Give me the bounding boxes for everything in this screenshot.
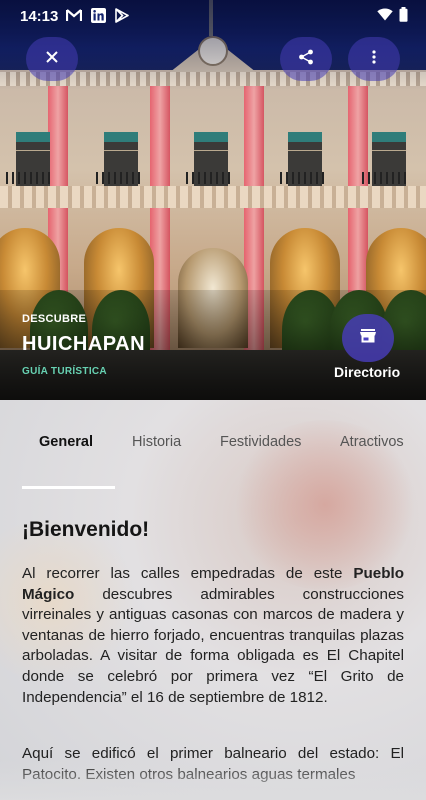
tab-bar: General Historia Festividades Atractivos [0,420,426,489]
directory-button[interactable] [342,314,394,362]
close-icon [46,50,58,68]
share-button[interactable] [280,37,332,81]
tab-general[interactable]: General [39,434,93,450]
more-vert-icon [372,49,376,69]
directory-label[interactable]: Directorio [334,364,400,380]
section-heading: ¡Bienvenido! [22,518,150,541]
tab-festividades[interactable]: Festividades [220,434,301,450]
tab-historia[interactable]: Historia [132,434,181,450]
status-bar: 14:13 [0,0,426,32]
gmail-icon [66,7,82,23]
battery-icon [399,7,408,27]
page-title: HUICHAPAN [22,333,146,355]
linkedin-icon [90,7,106,23]
intro-text-continued: descubres admirables construcciones virr… [22,585,404,706]
intro-paragraph: Al recorrer las calles empedradas de est… [22,564,404,708]
bottom-fade [0,760,426,800]
hero-eyebrow: DESCUBRE [22,313,87,325]
balcony [280,172,328,184]
hero-subtitle: GUÍA TURÍSTICA [22,366,107,377]
play-store-icon [114,7,130,23]
tab-atractivos[interactable]: Atractivos [340,434,404,450]
balcony [6,172,54,184]
balcony [96,172,144,184]
balcony [362,172,410,184]
balcony [186,172,234,184]
more-options-button[interactable] [348,37,400,81]
wifi-icon [377,8,393,26]
ornamental-band [0,186,426,208]
tab-indicator [22,486,115,489]
close-button[interactable] [26,37,78,81]
share-icon [298,49,314,70]
intro-text: Al recorrer las calles empedradas de est… [22,565,354,582]
store-icon [360,328,376,348]
status-time: 14:13 [20,8,59,25]
content-panel: General Historia Festividades Atractivos… [0,400,426,800]
